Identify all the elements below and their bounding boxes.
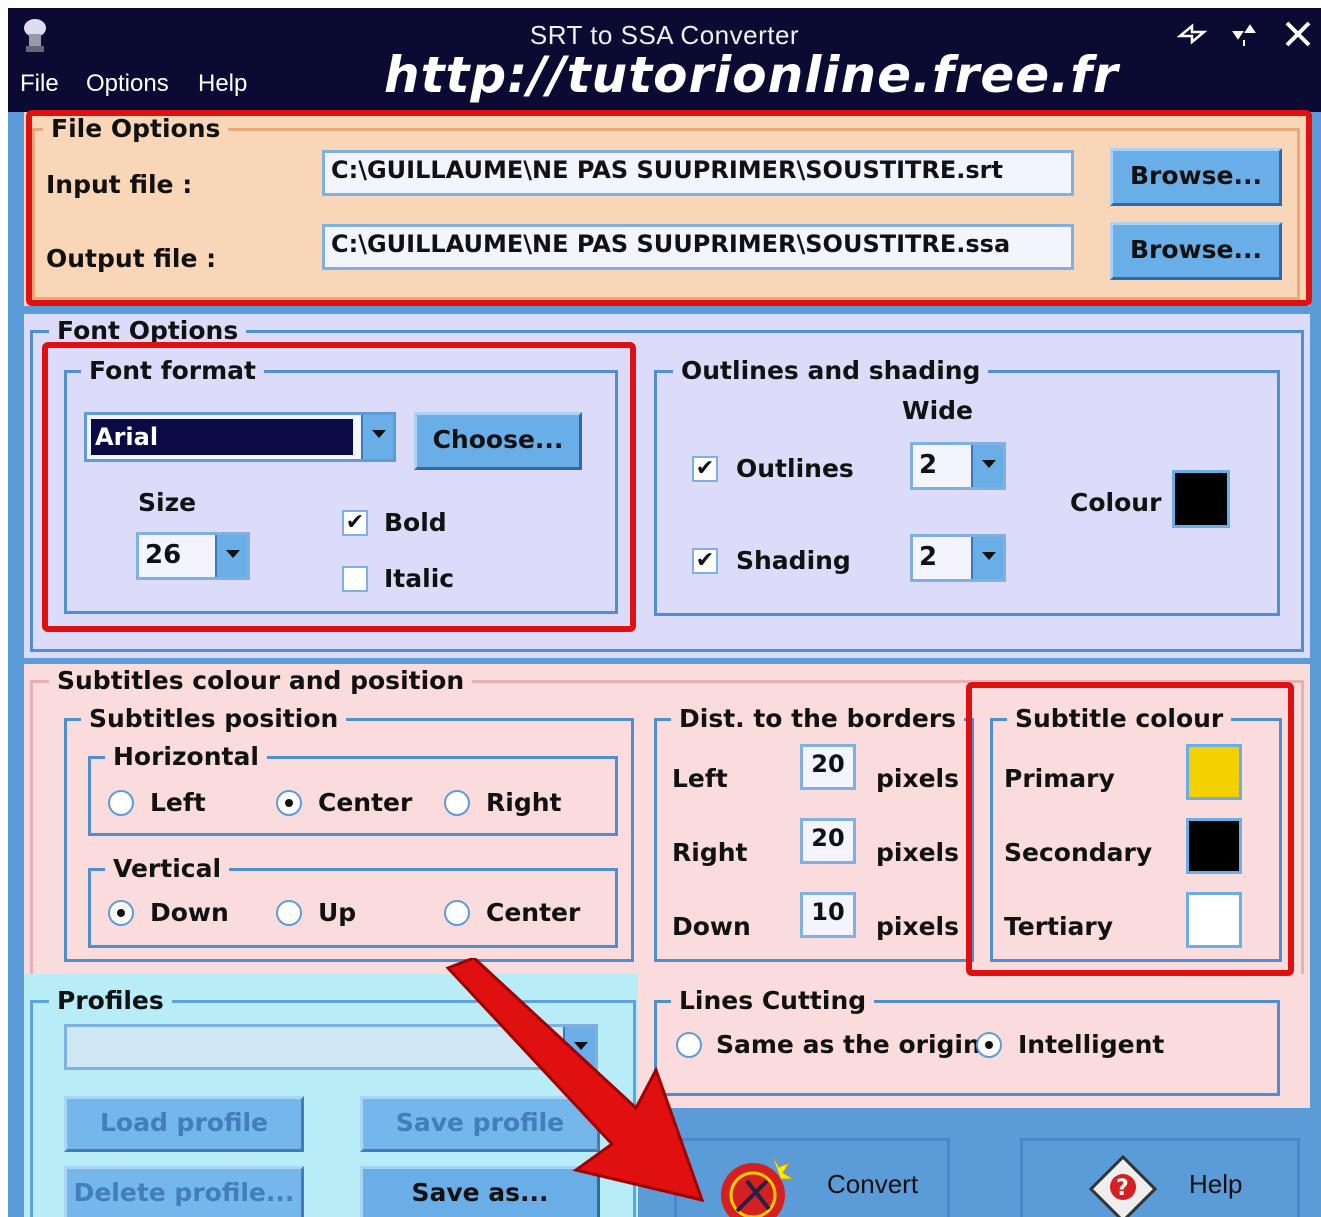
check-icon: ✔ <box>345 510 365 535</box>
help-button[interactable]: ? Help <box>1020 1138 1300 1217</box>
outlines-width-value: 2 <box>919 450 938 480</box>
vertical-legend: Vertical <box>105 854 230 884</box>
italic-label: Italic <box>384 564 455 593</box>
outlines-checkbox[interactable]: ✔ <box>692 456 718 482</box>
border-right-input[interactable]: 20 <box>800 818 856 864</box>
outline-colour-label: Colour <box>1070 488 1162 517</box>
italic-checkbox[interactable] <box>342 566 368 592</box>
vertical-up-label: Up <box>318 898 357 927</box>
chevron-down-icon[interactable] <box>215 535 247 577</box>
subtitles-legend: Subtitles colour and position <box>49 666 473 696</box>
border-left-input[interactable]: 20 <box>800 744 856 790</box>
choose-font-button[interactable]: Choose... <box>414 412 582 470</box>
help-label: Help <box>1189 1169 1243 1199</box>
border-left-unit: pixels <box>876 764 959 793</box>
wide-label: Wide <box>902 396 973 425</box>
primary-colour-label: Primary <box>1004 764 1115 793</box>
border-left-label: Left <box>672 764 728 793</box>
horizontal-right-label: Right <box>486 788 562 817</box>
delete-profile-button[interactable]: Delete profile... <box>64 1166 304 1217</box>
restore-icon[interactable] <box>1226 18 1262 54</box>
font-format-legend: Font format <box>81 356 264 386</box>
shading-width-value: 2 <box>919 542 938 572</box>
tertiary-colour-label: Tertiary <box>1004 912 1114 941</box>
minimize-icon[interactable] <box>1174 18 1210 54</box>
horizontal-center-label: Center <box>318 788 413 817</box>
border-down-label: Down <box>672 912 751 941</box>
check-icon: ✔ <box>695 548 715 573</box>
chevron-down-icon[interactable] <box>971 445 1003 487</box>
font-select[interactable]: Arial <box>84 412 396 462</box>
outlines-label: Outlines <box>736 454 854 483</box>
vertical-center-label: Center <box>486 898 581 927</box>
outline-colour-swatch[interactable] <box>1172 470 1230 528</box>
subtitles-position-legend: Subtitles position <box>81 704 347 734</box>
bold-label: Bold <box>384 508 447 537</box>
border-right-label: Right <box>672 838 748 867</box>
subtitle-colour-legend: Subtitle colour <box>1007 704 1232 734</box>
check-icon: ✔ <box>695 456 715 481</box>
red-arrow-icon <box>445 958 705 1203</box>
font-select-value: Arial <box>95 423 159 451</box>
horizontal-center-radio[interactable] <box>276 790 302 816</box>
watermark-url: http://tutorionline.free.fr <box>384 46 1119 104</box>
horizontal-right-radio[interactable] <box>444 790 470 816</box>
font-options-panel: Font Options Font format Arial Choose...… <box>24 314 1310 658</box>
border-down-unit: pixels <box>876 912 959 941</box>
title-bar: SRT to SSA Converter File Options Help h… <box>8 8 1321 112</box>
output-file-field[interactable]: C:\GUILLAUME\NE PAS SUUPRIMER\SOUSTITRE.… <box>322 224 1074 270</box>
profiles-legend: Profiles <box>49 986 172 1016</box>
border-down-input[interactable]: 10 <box>800 892 856 938</box>
tertiary-colour-swatch[interactable] <box>1186 892 1242 948</box>
font-options-legend: Font Options <box>49 316 247 346</box>
convert-icon <box>721 1156 795 1217</box>
horizontal-left-label: Left <box>150 788 206 817</box>
subtitles-panel: Subtitles colour and position Subtitles … <box>24 664 1310 984</box>
browse-input-button[interactable]: Browse... <box>1110 148 1282 206</box>
vertical-down-radio[interactable] <box>108 900 134 926</box>
shading-label: Shading <box>736 546 851 575</box>
menu-file[interactable]: File <box>20 70 59 98</box>
lines-intelligent-label: Intelligent <box>1018 1030 1165 1059</box>
file-options-panel: File Options Input file : C:\GUILLAUME\N… <box>24 112 1310 306</box>
input-file-field[interactable]: C:\GUILLAUME\NE PAS SUUPRIMER\SOUSTITRE.… <box>322 150 1074 196</box>
chevron-down-icon[interactable] <box>971 537 1003 579</box>
shading-checkbox[interactable]: ✔ <box>692 548 718 574</box>
borders-legend: Dist. to the borders <box>671 704 965 734</box>
vertical-center-radio[interactable] <box>444 900 470 926</box>
menu-options[interactable]: Options <box>86 70 169 98</box>
output-file-label: Output file : <box>46 244 217 273</box>
load-profile-button[interactable]: Load profile <box>64 1096 304 1152</box>
svg-text:?: ? <box>1116 1176 1129 1201</box>
lines-intelligent-radio[interactable] <box>976 1032 1002 1058</box>
size-select[interactable]: 26 <box>136 532 250 580</box>
vertical-up-radio[interactable] <box>276 900 302 926</box>
horizontal-left-radio[interactable] <box>108 790 134 816</box>
shading-width-select[interactable]: 2 <box>910 534 1006 582</box>
horizontal-legend: Horizontal <box>105 742 267 772</box>
help-icon: ? <box>1088 1154 1158 1217</box>
secondary-colour-swatch[interactable] <box>1186 818 1242 874</box>
bold-checkbox[interactable]: ✔ <box>342 510 368 536</box>
file-options-legend: File Options <box>43 114 229 144</box>
lines-cutting-panel: Lines Cutting Same as the origina Intell… <box>638 974 1310 1108</box>
border-right-unit: pixels <box>876 838 959 867</box>
menu-help[interactable]: Help <box>198 70 247 98</box>
close-icon[interactable] <box>1280 18 1316 54</box>
convert-label: Convert <box>827 1169 919 1199</box>
outlines-legend: Outlines and shading <box>673 356 989 386</box>
primary-colour-swatch[interactable] <box>1186 744 1242 800</box>
secondary-colour-label: Secondary <box>1004 838 1153 867</box>
chevron-down-icon[interactable] <box>361 415 393 459</box>
outlines-width-select[interactable]: 2 <box>910 442 1006 490</box>
size-select-value: 26 <box>145 540 182 570</box>
lines-same-label: Same as the origina <box>716 1030 978 1059</box>
size-label: Size <box>138 488 197 517</box>
app-window: SRT to SSA Converter File Options Help h… <box>8 8 1321 1217</box>
input-file-label: Input file : <box>46 170 193 199</box>
vertical-down-label: Down <box>150 898 229 927</box>
browse-output-button[interactable]: Browse... <box>1110 222 1282 280</box>
